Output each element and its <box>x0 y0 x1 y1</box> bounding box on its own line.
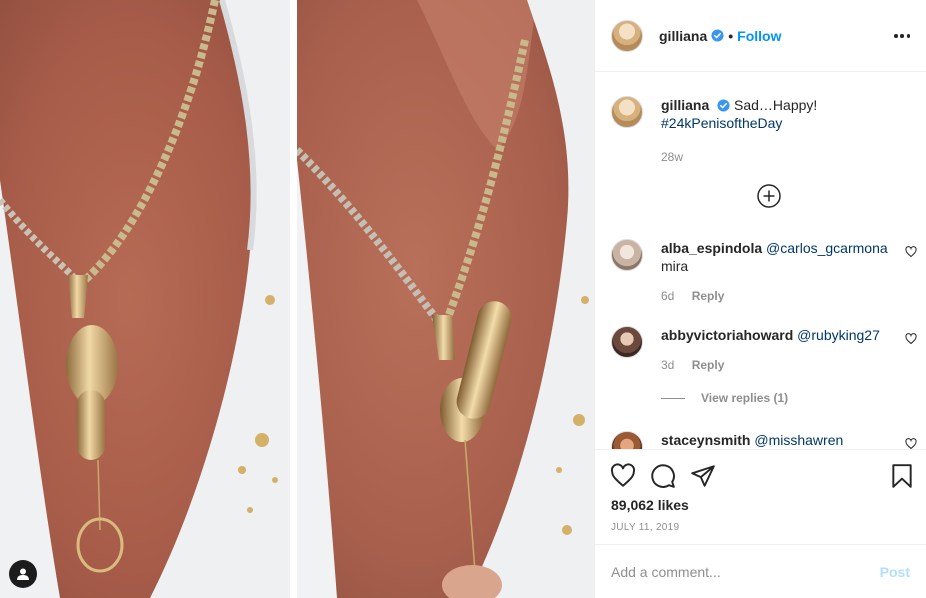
follow-button[interactable]: Follow <box>737 28 781 44</box>
comment-like-icon[interactable] <box>905 438 917 449</box>
user-tag-button[interactable] <box>9 560 37 588</box>
commenter-username[interactable]: alba_espindola <box>661 240 762 256</box>
post-header: gilliana • Follow <box>595 0 926 72</box>
commenter-username[interactable]: staceynsmith <box>661 432 750 448</box>
paper-plane-icon[interactable] <box>690 463 716 489</box>
bookmark-icon[interactable] <box>889 463 915 489</box>
commenter-avatar[interactable] <box>611 326 643 358</box>
view-replies-button[interactable]: View replies (1) <box>661 391 788 405</box>
commenter-username[interactable]: abbyvictoriahoward <box>661 327 793 343</box>
more-options-icon[interactable] <box>892 26 912 46</box>
post-date: JULY 11, 2019 <box>611 522 680 533</box>
instagram-post-modal: gilliana • Follow gilliana Sad…Happy! #2… <box>0 0 926 598</box>
caption-text: Sad…Happy! <box>734 97 818 113</box>
comment-input[interactable] <box>611 563 880 580</box>
comments-list[interactable]: gilliana Sad…Happy! #24kPenisoftheDay 28… <box>595 73 926 449</box>
commenter-avatar[interactable] <box>611 431 643 449</box>
post-comment-button[interactable]: Post <box>880 564 910 580</box>
heart-icon[interactable] <box>610 463 636 489</box>
plus-circle-icon[interactable] <box>757 184 781 208</box>
necklace-photo-left <box>0 0 290 598</box>
comment-mention[interactable]: @carlos_gcarmona <box>766 240 888 256</box>
header-separator: • <box>728 27 734 44</box>
necklace-photo-right <box>297 0 594 598</box>
add-comment-bar: Post <box>595 544 926 598</box>
post-caption: gilliana Sad…Happy! #24kPenisoftheDay 28… <box>611 96 911 164</box>
verified-badge-icon <box>717 99 730 112</box>
view-replies-line <box>661 397 685 399</box>
comment-item: abbyvictoriahoward @rubyking27 3d Reply <box>611 326 917 374</box>
comment-age: 3d <box>661 358 675 372</box>
comment-like-icon[interactable] <box>905 246 917 258</box>
caption-age: 28w <box>661 150 684 164</box>
comment-mention[interactable]: @rubyking27 <box>797 327 880 343</box>
post-actions: 89,062 likes JULY 11, 2019 <box>595 449 926 544</box>
likes-count[interactable]: 89,062 likes <box>611 497 689 513</box>
photo-right <box>297 0 594 598</box>
post-media[interactable] <box>0 0 594 598</box>
caption-author-avatar[interactable] <box>611 96 643 128</box>
comment-age: 6d <box>661 289 675 303</box>
comment-like-icon[interactable] <box>905 333 917 345</box>
comment-mention[interactable]: @misshawren <box>754 432 843 448</box>
author-username[interactable]: gilliana <box>659 28 707 44</box>
caption-author-username[interactable]: gilliana <box>661 97 709 113</box>
photo-left <box>0 0 290 598</box>
comment-text: mira <box>661 258 689 274</box>
user-tag-icon <box>17 568 29 580</box>
comment-item: alba_espindola @carlos_gcarmona mira 6d … <box>611 239 917 305</box>
commenter-avatar[interactable] <box>611 239 643 271</box>
caption-hashtag[interactable]: #24kPenisoftheDay <box>661 114 817 132</box>
view-replies-label: View replies (1) <box>701 391 789 405</box>
reply-button[interactable]: Reply <box>692 358 725 372</box>
post-sidebar: gilliana • Follow gilliana Sad…Happy! #2… <box>594 0 926 598</box>
author-avatar[interactable] <box>611 19 643 52</box>
verified-badge-icon <box>711 29 724 42</box>
comment-bubble-icon[interactable] <box>650 463 676 489</box>
reply-button[interactable]: Reply <box>692 289 725 303</box>
comment-item: staceynsmith @misshawren <box>611 431 917 449</box>
